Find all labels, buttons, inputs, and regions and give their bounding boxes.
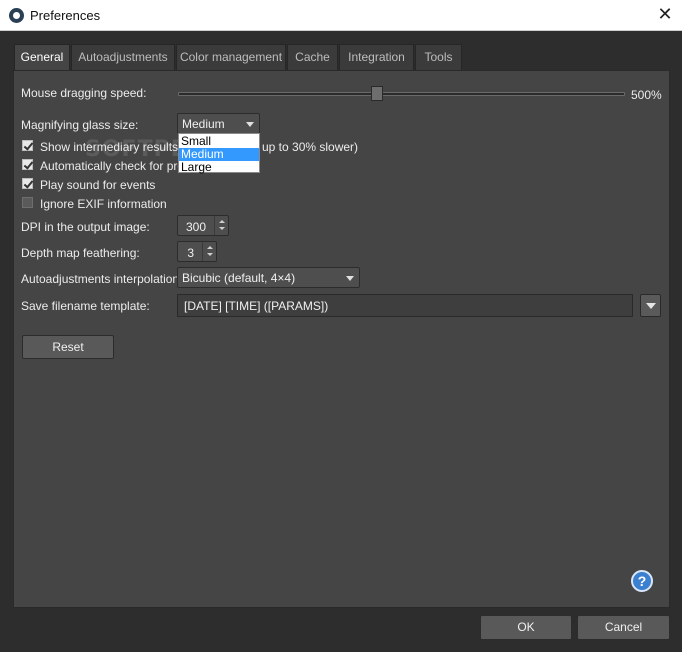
depth-map-spinbox[interactable]: 3	[177, 241, 217, 262]
arrow-down-icon[interactable]	[207, 253, 213, 256]
show-intermediary-checkbox[interactable]	[22, 140, 33, 151]
ok-button[interactable]: OK	[480, 615, 572, 640]
close-icon[interactable]: ✕	[652, 2, 678, 28]
ignore-exif-checkbox[interactable]	[22, 197, 33, 208]
play-sound-label: Play sound for events	[40, 178, 156, 192]
magnifier-label: Magnifying glass size:	[21, 118, 139, 132]
app-logo-icon	[9, 8, 24, 23]
interpolation-label: Autoadjustments interpolation:	[21, 272, 183, 286]
show-intermediary-label-tail: up to 30% slower)	[262, 140, 359, 154]
reset-button[interactable]: Reset	[22, 335, 114, 359]
filename-template-label: Save filename template:	[21, 299, 150, 313]
dpi-label: DPI in the output image:	[21, 220, 150, 234]
tab-general[interactable]: General	[14, 44, 70, 71]
tab-tools[interactable]: Tools	[415, 44, 462, 70]
magnifier-selected-value: Medium	[182, 117, 225, 131]
tab-cache[interactable]: Cache	[287, 44, 338, 70]
arrow-up-icon[interactable]	[207, 246, 213, 249]
ignore-exif-label: Ignore EXIF information	[40, 197, 167, 211]
depth-map-label: Depth map feathering:	[21, 246, 140, 260]
chevron-down-icon	[246, 122, 254, 127]
depth-map-stepper[interactable]	[202, 242, 216, 261]
mouse-speed-label: Mouse dragging speed:	[21, 86, 147, 100]
play-sound-checkbox[interactable]	[22, 178, 33, 189]
title-bar: Preferences ✕	[0, 0, 682, 31]
arrow-up-icon[interactable]	[219, 220, 225, 223]
depth-map-value: 3	[187, 246, 194, 260]
tab-integration[interactable]: Integration	[339, 44, 414, 70]
tab-color-management[interactable]: Color management	[176, 44, 286, 70]
window-title: Preferences	[30, 8, 101, 23]
dpi-value: 300	[185, 220, 206, 234]
mouse-speed-value: 500%	[631, 88, 662, 102]
template-options-button[interactable]	[640, 294, 661, 317]
magnifier-dropdown-list: Small Medium Large	[178, 133, 260, 174]
dpi-spinbox[interactable]: 300	[177, 215, 229, 236]
help-icon[interactable]: ?	[631, 570, 653, 592]
interpolation-selected-value: Bicubic (default, 4×4)	[182, 271, 296, 285]
tab-autoadjustments[interactable]: Autoadjustments	[71, 44, 175, 70]
interpolation-select[interactable]: Bicubic (default, 4×4)	[177, 267, 360, 288]
chevron-down-icon	[346, 276, 354, 281]
option-large[interactable]: Large	[179, 161, 259, 174]
arrow-down-icon[interactable]	[219, 227, 225, 230]
filename-template-value: [DATE] [TIME] ([PARAMS])	[184, 299, 329, 313]
mouse-speed-slider[interactable]	[178, 92, 625, 96]
magnifier-size-select[interactable]: Medium	[177, 113, 260, 134]
cancel-button[interactable]: Cancel	[577, 615, 670, 640]
mouse-speed-slider-handle[interactable]	[371, 86, 383, 101]
dpi-stepper[interactable]	[214, 216, 228, 235]
auto-check-checkbox[interactable]	[22, 159, 33, 170]
filename-template-input[interactable]: [DATE] [TIME] ([PARAMS])	[177, 294, 633, 317]
